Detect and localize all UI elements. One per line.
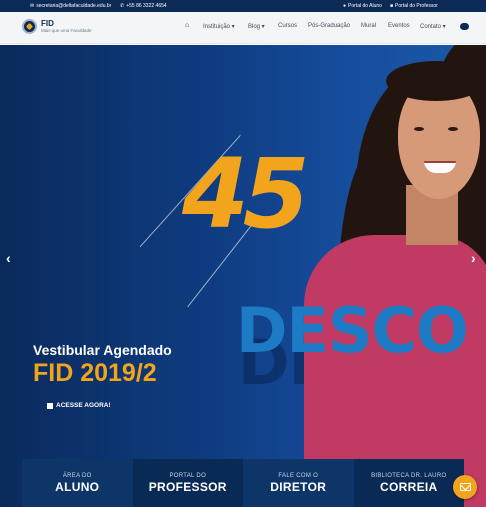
- hero-slider: 45 DESCO DESCO ‹ › Vestibular Agendado F…: [0, 45, 486, 507]
- book-icon: ■: [390, 2, 394, 9]
- email-text: secretaria@deltafaculdade.edu.br: [36, 3, 112, 9]
- nav-item-pos-graduacao[interactable]: Pós-Graduação: [308, 23, 350, 29]
- top-info-bar: ✉ secretaria@deltafaculdade.edu.br ✆ +55…: [0, 0, 486, 12]
- tile-caption: ÁREA DO: [62, 472, 92, 479]
- portal-aluno-link[interactable]: ● Portal do Aluno: [343, 3, 382, 9]
- phone-text: +55 86 3322 4654: [126, 3, 167, 9]
- hero-headline: Vestibular Agendado: [33, 342, 172, 358]
- chat-icon[interactable]: [460, 23, 469, 30]
- slider-prev-arrow[interactable]: ‹: [6, 250, 11, 266]
- contact-phone[interactable]: ✆ +55 86 3322 4654: [120, 3, 167, 9]
- tile-caption: BIBLIOTECA DR. LAURO: [371, 472, 447, 479]
- main-navbar: FID Mais que uma Faculdade ⌂ Instituição…: [0, 12, 486, 44]
- hero-word: DESCO: [236, 294, 469, 367]
- nav-menu: ⌂ Instituição ▾ Blog ▾ Cursos Pós-Gradua…: [0, 22, 486, 33]
- student-photo: [286, 45, 486, 507]
- home-icon[interactable]: ⌂: [185, 22, 189, 29]
- nav-item-blog[interactable]: Blog ▾: [248, 23, 265, 30]
- tile-title: ALUNO: [55, 479, 100, 494]
- nav-item-mural[interactable]: Mural: [361, 23, 376, 29]
- phone-icon: ✆: [120, 2, 125, 9]
- contact-email[interactable]: ✉ secretaria@deltafaculdade.edu.br: [30, 3, 111, 9]
- tile-fale-diretor[interactable]: FALE COM O DIRETOR: [243, 459, 354, 507]
- nav-item-cursos[interactable]: Cursos: [278, 23, 297, 29]
- tile-portal-professor[interactable]: PORTAL DO PROFESSOR: [132, 459, 243, 507]
- external-link-icon: [47, 402, 53, 409]
- hero-subheadline: FID 2019/2: [33, 359, 157, 387]
- contact-mail-button[interactable]: [453, 475, 477, 499]
- portal-aluno-label: Portal do Aluno: [348, 3, 382, 9]
- tile-title: DIRETOR: [270, 479, 327, 494]
- tile-biblioteca[interactable]: BIBLIOTECA DR. LAURO CORREIA: [353, 459, 464, 507]
- tile-title: CORREIA: [380, 479, 438, 494]
- portal-professor-label: Portal do Professor: [395, 3, 438, 9]
- envelope-icon: [459, 483, 471, 491]
- cta-label: ACESSE AGORA!: [56, 402, 111, 409]
- cta-acesse-agora[interactable]: ACESSE AGORA!: [47, 402, 111, 409]
- nav-item-contato[interactable]: Contato ▾: [420, 23, 446, 30]
- quick-access-tiles: ÁREA DO ALUNO PORTAL DO PROFESSOR FALE C…: [22, 459, 464, 507]
- tile-title: PROFESSOR: [148, 479, 227, 494]
- user-icon: ●: [343, 2, 347, 9]
- nav-item-instituicao[interactable]: Instituição ▾: [203, 23, 235, 30]
- nav-item-eventos[interactable]: Eventos: [388, 23, 410, 29]
- tile-area-aluno[interactable]: ÁREA DO ALUNO: [22, 459, 133, 507]
- tile-caption: FALE COM O: [278, 472, 319, 479]
- tile-caption: PORTAL DO: [169, 472, 207, 479]
- portal-professor-link[interactable]: ■ Portal do Professor: [390, 3, 438, 9]
- envelope-icon: ✉: [30, 2, 35, 9]
- slider-next-arrow[interactable]: ›: [471, 250, 476, 266]
